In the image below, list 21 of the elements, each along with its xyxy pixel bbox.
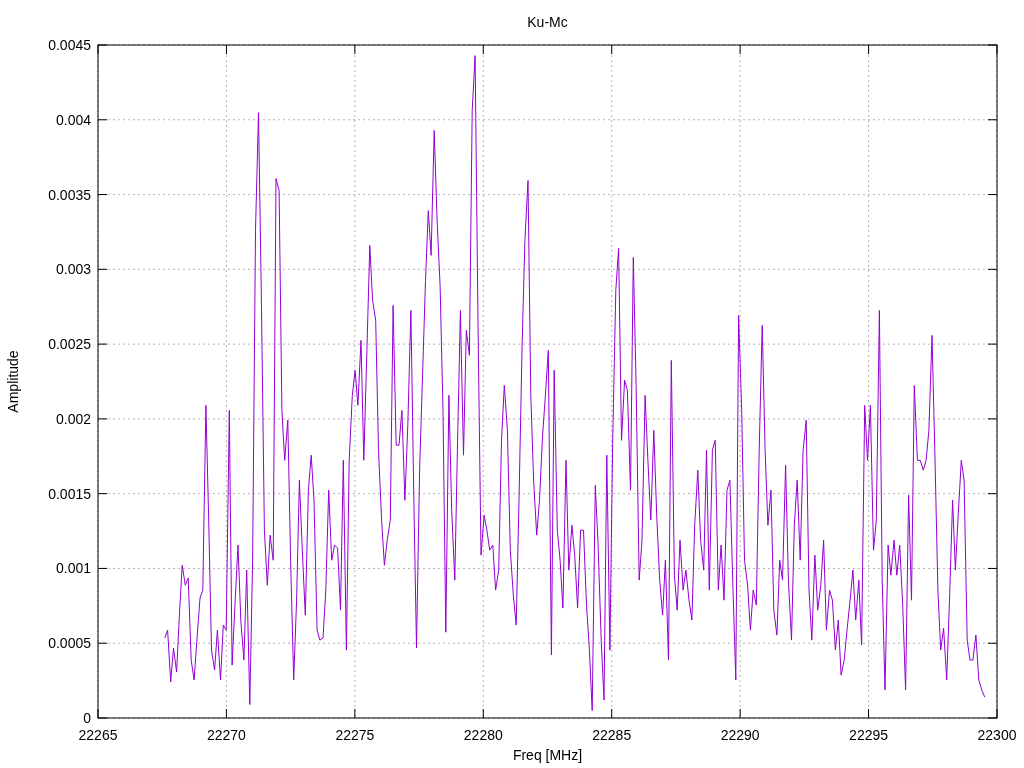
tick-label: 22290: [720, 727, 760, 743]
tick-label: 22265: [78, 727, 118, 743]
tick-label: 0.0035: [48, 186, 91, 203]
tick-label: 0.0015: [48, 485, 91, 502]
tick-label: 22295: [849, 727, 889, 743]
axis-label: Freq [MHz]: [512, 747, 583, 763]
axis-label: Amplitude: [5, 350, 21, 413]
tick-label: 22270: [206, 727, 246, 743]
tick-label: 22300: [977, 727, 1017, 743]
chart-title: Ku-Mc: [527, 14, 568, 30]
tick-label: 0.0045: [48, 37, 91, 53]
tick-label: 22280: [463, 727, 503, 743]
tick-label: 0.001: [55, 560, 91, 577]
tick-label: 22285: [592, 727, 632, 743]
tick-label: 0: [83, 710, 91, 726]
tick-label: 0.003: [55, 261, 91, 278]
tick-label: 0.004: [55, 111, 91, 128]
tick-label: 0.002: [55, 410, 91, 427]
tick-label: 22275: [335, 727, 375, 743]
tick-label: 0.0025: [48, 336, 91, 353]
tick-label: 0.0005: [48, 635, 91, 652]
